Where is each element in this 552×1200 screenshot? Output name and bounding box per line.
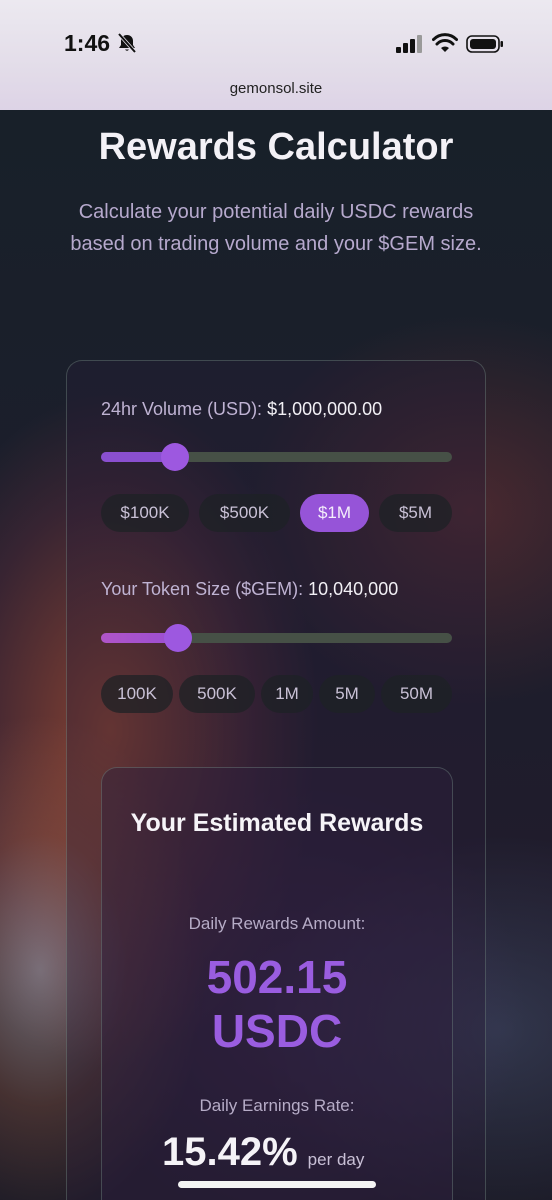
volume-slider[interactable] (101, 443, 452, 471)
bell-off-icon (117, 33, 137, 53)
volume-preset-500k[interactable]: $500K (199, 494, 290, 532)
volume-preset-100k[interactable]: $100K (101, 494, 189, 532)
token-label-row: Your Token Size ($GEM): 10,040,000 (101, 579, 398, 600)
address-bar-url[interactable]: gemonsol.site (0, 80, 552, 97)
token-preset-50m[interactable]: 50M (381, 675, 452, 713)
volume-preset-1m[interactable]: $1M (300, 494, 369, 532)
page-title: Rewards Calculator (98, 126, 454, 168)
page-subtitle: Calculate your potential daily USDC rewa… (70, 201, 482, 255)
estimated-rewards-panel: Your Estimated Rewards Daily Rewards Amo… (101, 767, 453, 1200)
wifi-icon (432, 33, 458, 52)
battery-icon (466, 35, 503, 53)
calculator-card: 24hr Volume (USD): $1,000,000.00 $100K $… (66, 360, 486, 1200)
daily-rate-row: 15.42% per day (162, 1130, 422, 1175)
daily-rewards-number: 502.15 (206, 951, 348, 1003)
token-preset-100k[interactable]: 100K (101, 675, 173, 713)
daily-rewards-amount: 502.15 USDC (102, 950, 452, 1058)
status-time: 1:46 (64, 30, 111, 56)
token-preset-1m[interactable]: 1M (261, 675, 313, 713)
token-slider[interactable] (101, 624, 452, 652)
daily-rewards-label: Daily Rewards Amount: (188, 914, 366, 933)
volume-value: $1,000,000.00 (267, 399, 383, 419)
results-title-text: Your Estimated Rewards (130, 809, 424, 837)
volume-label-row: 24hr Volume (USD): $1,000,000.00 (101, 399, 382, 420)
daily-rewards-unit: USDC (211, 1005, 343, 1057)
token-presets: 100K 500K 1M 5M 50M (101, 675, 452, 713)
token-value: 10,040,000 (308, 579, 399, 599)
volume-label: 24hr Volume (USD): (101, 399, 263, 419)
browser-chrome: 1:46 gemonsol.site (0, 0, 552, 110)
daily-rate-suffix: per day (307, 1150, 365, 1169)
home-indicator[interactable] (178, 1181, 376, 1188)
cellular-signal-icon (396, 35, 422, 53)
token-preset-5m[interactable]: 5M (319, 675, 375, 713)
volume-slider-thumb[interactable] (160, 443, 189, 471)
token-slider-thumb[interactable] (164, 624, 193, 652)
token-label: Your Token Size ($GEM): (101, 579, 304, 599)
volume-presets: $100K $500K $1M $5M (101, 494, 452, 532)
results-title: Your Estimated Rewards (102, 804, 452, 842)
page-content: Rewards Calculator Calculate your potent… (0, 110, 552, 1200)
daily-rate-label: Daily Earnings Rate: (199, 1096, 355, 1115)
token-preset-500k[interactable]: 500K (179, 675, 255, 713)
daily-rate-value: 15.42% (162, 1130, 298, 1174)
volume-preset-5m[interactable]: $5M (379, 494, 452, 532)
